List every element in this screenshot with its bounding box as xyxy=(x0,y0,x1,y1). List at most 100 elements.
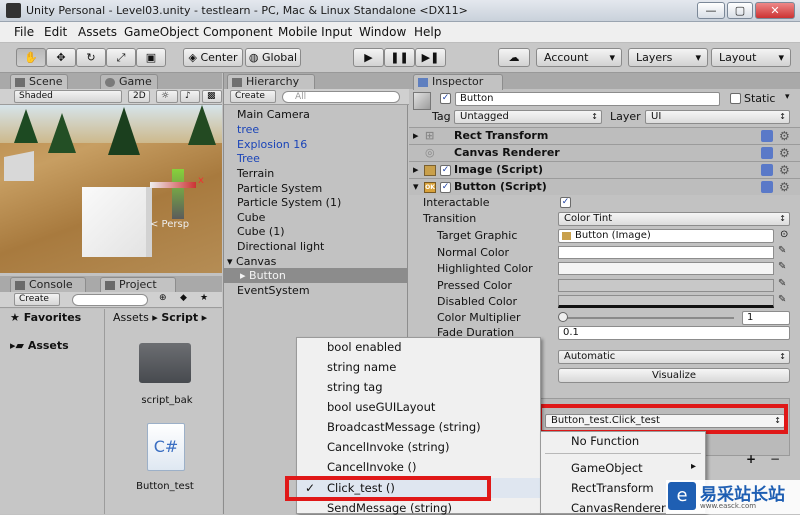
visualize-button[interactable]: Visualize xyxy=(558,368,790,383)
tab-console[interactable]: Console xyxy=(10,277,86,293)
move-tool-icon[interactable]: ✥ xyxy=(46,48,76,67)
account-dropdown[interactable]: Account ▾ xyxy=(536,48,622,67)
static-checkbox[interactable] xyxy=(730,93,741,104)
play-button[interactable]: ▶ xyxy=(353,48,384,67)
csharp-file-icon[interactable]: C# xyxy=(147,423,185,471)
hierarchy-item-button[interactable]: ▸ Button xyxy=(240,269,286,282)
menu-item[interactable]: CancelInvoke () xyxy=(327,460,416,474)
eyedropper-icon[interactable]: ✎ xyxy=(778,245,788,257)
pause-button[interactable]: ❚❚ xyxy=(384,48,415,67)
minimize-button[interactable]: — xyxy=(697,2,725,19)
mode-2d-button[interactable]: 2D xyxy=(128,90,150,103)
effects-icon[interactable]: ▩ xyxy=(202,90,222,103)
transition-dropdown[interactable]: Color Tint xyxy=(558,212,790,226)
component-button-script[interactable]: ▾ OK ✓ Button (Script) ⚙ xyxy=(409,178,800,195)
menu-file[interactable]: File xyxy=(14,25,34,39)
multiplier-input[interactable]: 1 xyxy=(742,311,790,325)
menu-item[interactable]: bool enabled xyxy=(327,340,402,354)
menu-item[interactable]: string tag xyxy=(327,380,383,394)
dropdown-arrow-icon[interactable]: ▾ xyxy=(785,92,790,102)
menu-item[interactable]: string name xyxy=(327,360,396,374)
menu-item[interactable]: bool useGUILayout xyxy=(327,400,435,414)
menu-gameobject[interactable]: GameObject xyxy=(124,25,199,39)
hierarchy-item[interactable]: Cube (1) xyxy=(237,225,284,238)
file-button-test[interactable]: Button_test xyxy=(133,481,197,492)
menu-help[interactable]: Help xyxy=(414,25,441,39)
persp-label[interactable]: < Persp xyxy=(150,219,189,230)
menu-window[interactable]: Window xyxy=(359,25,406,39)
layout-dropdown[interactable]: Layout ▾ xyxy=(711,48,791,67)
hierarchy-item[interactable]: EventSystem xyxy=(237,284,310,297)
shading-dropdown[interactable]: Shaded xyxy=(14,90,122,103)
eyedropper-icon[interactable]: ✎ xyxy=(778,261,788,273)
file-script-bak[interactable]: script_bak xyxy=(139,395,195,406)
hierarchy-item[interactable]: tree xyxy=(237,123,259,136)
hierarchy-search-input[interactable]: All xyxy=(282,91,400,103)
object-name-input[interactable]: Button xyxy=(455,92,720,106)
tab-game[interactable]: Game xyxy=(100,74,158,90)
layer-dropdown[interactable]: UI xyxy=(645,110,790,124)
audio-icon[interactable]: ♪ xyxy=(180,90,200,103)
menu-mobile-input[interactable]: Mobile Input xyxy=(278,25,352,39)
hand-tool-icon[interactable]: ✋ xyxy=(16,48,46,67)
menu-item[interactable]: SendMessage (string) xyxy=(327,501,452,515)
tab-inspector[interactable]: Inspector xyxy=(413,74,503,90)
rect-tool-icon[interactable]: ▣ xyxy=(136,48,166,67)
hierarchy-item[interactable]: Directional light xyxy=(237,240,324,253)
tag-dropdown[interactable]: Untagged xyxy=(454,110,602,124)
menu-assets[interactable]: Assets xyxy=(78,25,117,39)
project-search-input[interactable] xyxy=(72,294,148,306)
pivot-center-button[interactable]: ◈ Center xyxy=(183,48,243,67)
tab-project[interactable]: Project xyxy=(100,277,176,293)
help-icon[interactable] xyxy=(761,181,773,193)
space-global-button[interactable]: ◍ Global xyxy=(245,48,301,67)
image-enabled-checkbox[interactable]: ✓ xyxy=(440,165,451,176)
multiplier-slider-handle[interactable] xyxy=(558,312,568,322)
help-icon[interactable] xyxy=(761,130,773,142)
button-enabled-checkbox[interactable]: ✓ xyxy=(440,182,451,193)
hierarchy-item[interactable]: Terrain xyxy=(237,167,274,180)
help-icon[interactable] xyxy=(761,147,773,159)
maximize-button[interactable]: ▢ xyxy=(727,2,753,19)
step-button[interactable]: ▶❚ xyxy=(415,48,446,67)
eyedropper-icon[interactable]: ✎ xyxy=(778,278,788,290)
menu-item-canvasrenderer[interactable]: CanvasRenderer xyxy=(571,501,666,515)
assets-folder-item[interactable]: ▸▰ Assets xyxy=(10,339,69,352)
menu-item[interactable]: CancelInvoke (string) xyxy=(327,440,449,454)
component-rect-transform[interactable]: ▸ ⊞ Rect Transform ⚙ xyxy=(409,127,800,144)
hierarchy-item[interactable]: Particle System xyxy=(237,182,322,195)
favorites-item[interactable]: ★ Favorites xyxy=(10,311,81,324)
hierarchy-item[interactable]: Particle System (1) xyxy=(237,196,341,209)
component-image-script[interactable]: ▸ ✓ Image (Script) ⚙ xyxy=(409,161,800,178)
filter-icon[interactable]: ⊕ xyxy=(155,293,169,306)
menu-item-recttransform[interactable]: RectTransform xyxy=(571,481,654,495)
disabled-color-swatch[interactable] xyxy=(558,295,774,308)
menu-item[interactable]: BroadcastMessage (string) xyxy=(327,420,481,434)
lighting-icon[interactable]: ☼ xyxy=(156,90,178,103)
menu-item-no-function[interactable]: No Function xyxy=(571,434,639,448)
fade-duration-input[interactable]: 0.1 xyxy=(558,326,790,340)
gear-icon[interactable]: ⚙ xyxy=(779,181,791,193)
remove-listener-icon[interactable]: − xyxy=(770,452,780,466)
hierarchy-item[interactable]: Explosion 16 xyxy=(237,138,307,151)
interactable-checkbox[interactable]: ✓ xyxy=(560,197,571,208)
hierarchy-item-canvas[interactable]: ▾ Canvas xyxy=(227,255,276,268)
close-button[interactable]: ✕ xyxy=(755,2,795,19)
add-listener-button[interactable]: + xyxy=(746,452,756,466)
component-canvas-renderer[interactable]: ◎ Canvas Renderer ⚙ xyxy=(409,144,800,161)
target-graphic-field[interactable]: Button (Image) xyxy=(558,229,774,243)
navigation-dropdown[interactable]: Automatic xyxy=(558,350,790,364)
highlighted-color-swatch[interactable] xyxy=(558,262,774,275)
gear-icon[interactable]: ⚙ xyxy=(779,130,791,142)
normal-color-swatch[interactable] xyxy=(558,246,774,259)
menu-component[interactable]: Component xyxy=(203,25,273,39)
tab-hierarchy[interactable]: Hierarchy xyxy=(227,74,315,90)
help-icon[interactable] xyxy=(761,164,773,176)
hierarchy-item[interactable]: Tree xyxy=(237,152,260,165)
breadcrumb-script[interactable]: Script xyxy=(161,311,198,324)
hierarchy-item[interactable]: Cube xyxy=(237,211,265,224)
folder-icon[interactable] xyxy=(139,343,191,383)
menu-item-gameobject[interactable]: GameObject xyxy=(571,461,643,475)
hierarchy-item[interactable]: Main Camera xyxy=(237,108,310,121)
active-checkbox[interactable]: ✓ xyxy=(440,93,451,104)
